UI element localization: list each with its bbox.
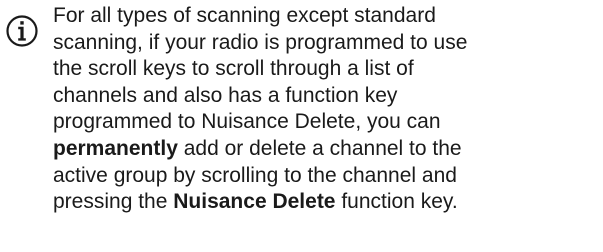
note-line: pressing the Nuisance Delete function ke… [53, 190, 458, 214]
info-note: For all types of scanning except standar… [0, 0, 603, 252]
note-text: For all types of scanning except standar… [53, 3, 603, 216]
note-line: channels and also has a function key [53, 83, 398, 107]
note-line: active group by scrolling to the channel… [53, 163, 457, 187]
note-line: programmed to Nuisance Delete, you can [53, 110, 441, 134]
note-line: permanently add or delete a channel to t… [53, 136, 462, 160]
emphasis-nuisance-delete: Nuisance Delete [173, 190, 336, 214]
note-line: For all types of scanning except standar… [53, 4, 436, 27]
note-line: the scroll keys to scroll through a list… [53, 57, 414, 81]
emphasis-permanently: permanently [53, 136, 178, 160]
info-icon [6, 15, 38, 47]
note-line: scanning, if your radio is programmed to… [53, 30, 468, 54]
